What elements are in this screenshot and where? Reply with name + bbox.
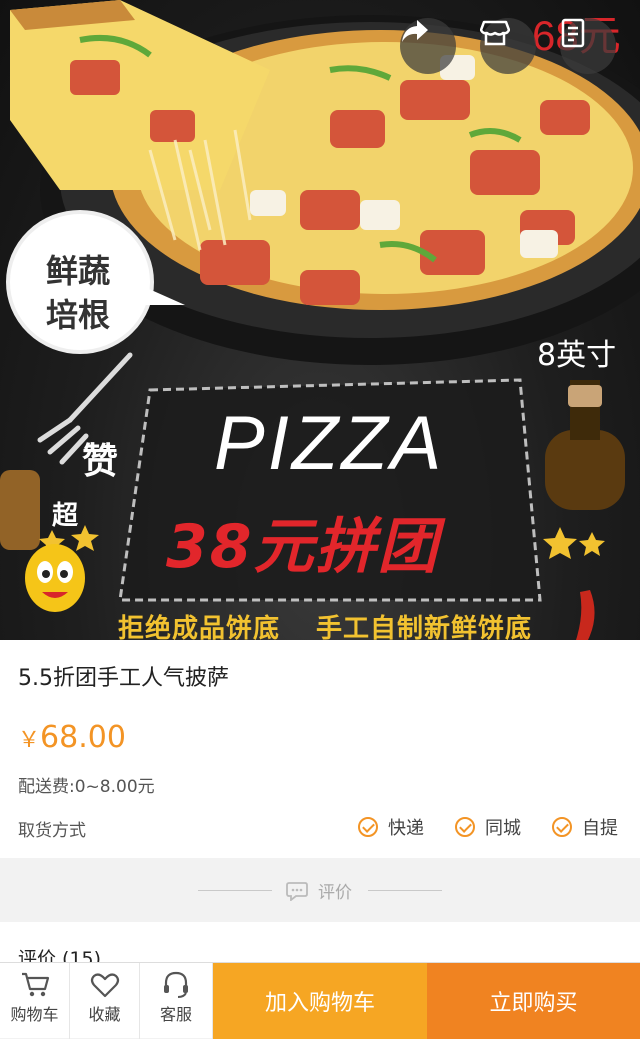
product-price: ￥68.00 — [18, 720, 126, 755]
pickup-option-label: 快递 — [388, 818, 424, 839]
shipping-fee: 配送费:0~8.00元 — [18, 777, 155, 797]
price-value: 68.00 — [40, 720, 126, 755]
customer-service-label: 客服 — [159, 1005, 192, 1024]
document-icon — [561, 18, 585, 48]
pickup-option-self-pickup[interactable]: 自提 — [552, 814, 618, 840]
cart-label: 购物车 — [10, 1005, 59, 1024]
hero-word-zan: 赞 — [82, 441, 119, 482]
add-to-cart-button[interactable]: 加入购物车 — [213, 963, 427, 1039]
check-circle-icon — [358, 817, 378, 837]
pickup-option-label: 同城 — [485, 818, 521, 839]
bottom-action-bar: 购物车 收藏 客服 加入购物车 立即购买 — [0, 962, 640, 1039]
hero-word-chao: 超 — [52, 501, 79, 531]
pickup-option-label: 自提 — [582, 818, 618, 839]
pickup-option-express[interactable]: 快递 — [358, 814, 424, 840]
divider-line-right — [368, 890, 442, 891]
pizza-heading: PIZZA — [214, 401, 445, 486]
review-divider: 评价 — [0, 858, 640, 922]
favorite-label: 收藏 — [88, 1005, 121, 1024]
customer-service-tab[interactable]: 客服 — [140, 963, 213, 1039]
check-circle-icon — [455, 817, 475, 837]
heart-icon — [90, 973, 119, 998]
currency-symbol: ￥ — [18, 728, 41, 753]
bubble-text-bacon: 培根 — [46, 296, 111, 334]
divider-line-left — [198, 890, 272, 891]
group-buy-price: 38元拼团 — [166, 512, 440, 582]
product-hero-image: 68元 鲜蔬 培根 8英寸 赞 超 PIZZA 38元拼团 拒绝成品饼底 手工自… — [0, 0, 640, 640]
shop-icon — [480, 20, 510, 46]
slogan-left: 拒绝成品饼底 — [118, 614, 281, 640]
pickup-method-label: 取货方式 — [18, 821, 86, 841]
cart-icon — [21, 972, 49, 997]
share-icon — [402, 20, 428, 42]
favorite-tab[interactable]: 收藏 — [70, 963, 140, 1039]
review-divider-text: 评价 — [318, 883, 352, 903]
share-button[interactable] — [400, 18, 456, 74]
review-divider-label: 评价 — [286, 878, 352, 903]
shop-button[interactable] — [480, 18, 536, 74]
buy-now-button[interactable]: 立即购买 — [427, 963, 640, 1039]
comment-icon — [286, 881, 308, 901]
product-info-panel: 5.5折团手工人气披萨 ￥68.00 配送费:0~8.00元 取货方式 快递 同… — [0, 640, 640, 858]
pickup-option-same-city[interactable]: 同城 — [455, 814, 521, 840]
slogan-right: 手工自制新鲜饼底 — [316, 614, 533, 640]
product-title: 5.5折团手工人气披萨 — [18, 666, 229, 691]
bubble-text-vegetables: 鲜蔬 — [46, 252, 111, 290]
check-circle-icon — [552, 817, 572, 837]
pizza-size: 8英寸 — [537, 338, 617, 373]
headset-icon — [164, 971, 188, 998]
details-button[interactable] — [560, 18, 616, 74]
cart-tab[interactable]: 购物车 — [0, 963, 70, 1039]
